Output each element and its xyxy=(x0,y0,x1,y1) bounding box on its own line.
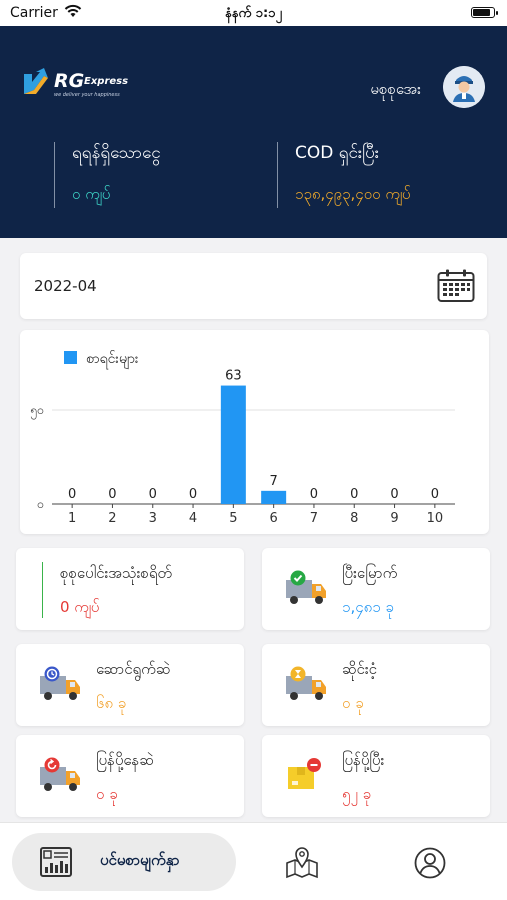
legend-swatch xyxy=(64,351,77,364)
x-tick-label: 1 xyxy=(68,511,76,526)
x-tick-label: 7 xyxy=(310,511,318,526)
pending-label: ဆိုင်းငံ့ xyxy=(342,660,377,678)
returned-label: ပြန်ပို့ပြီး xyxy=(342,751,385,769)
receivable-value: ၀ ကျပ် xyxy=(72,185,111,203)
battery-fill xyxy=(473,9,490,16)
bar-value-label: 0 xyxy=(189,487,197,502)
bar-value-label: 0 xyxy=(108,487,116,502)
legend-label: စာရင်းများ xyxy=(86,351,139,369)
x-tick-label: 9 xyxy=(390,511,398,526)
orders-chart-card: စာရင်းများ၀၅၀ 0 1 0 2 0 3 0 4 63 5 7 6 0 7 0 8 0 9 0 10 xyxy=(20,330,489,534)
x-tick-label: 8 xyxy=(350,511,358,526)
x-tick-label: 10 xyxy=(427,511,444,526)
y-tick-label: ၅၀ xyxy=(31,403,45,420)
x-tick-label: 6 xyxy=(270,511,278,526)
truck-returning-icon xyxy=(40,757,80,791)
courier-avatar-icon xyxy=(443,66,485,108)
returning-tile[interactable]: ပြန်ပို့နေဆဲ ၀ ခု xyxy=(16,735,244,817)
bar-value-label: 7 xyxy=(270,474,278,489)
status-time: နံနက် ၁:၁၂ xyxy=(225,6,282,21)
receivable-label: ရရန်ရှိသောငွေ xyxy=(72,143,161,163)
returned-tile[interactable]: ပြန်ပို့ပြီး ၅၂ ခု xyxy=(262,735,490,817)
receivable-stat: ရရန်ရှိသောငွေ ၀ ကျပ် xyxy=(54,142,161,208)
cod-settled-value: ၁၃၈,၄၉၃,၄၀၀ ကျပ် xyxy=(295,185,411,203)
cod-settled-label: COD ရှင်းပြီး xyxy=(295,143,380,163)
package-returned-icon xyxy=(288,758,321,789)
bar-value-label: 0 xyxy=(149,487,157,502)
calendar-icon[interactable] xyxy=(437,269,475,303)
logo-tagline: we deliver your happiness xyxy=(54,92,120,98)
logo-brand: RG xyxy=(54,70,85,92)
truck-pending-icon xyxy=(286,666,326,700)
x-tick-label: 4 xyxy=(189,511,197,526)
in-progress-value: ၆၈ ခု xyxy=(96,694,127,712)
profile-icon[interactable] xyxy=(414,847,446,879)
returned-value: ၅၂ ခု xyxy=(342,785,372,803)
orders-bar-chart: စာရင်းများ၀၅၀0102030463576070809010 xyxy=(31,351,455,526)
header: RG Express we deliver your happiness မစု… xyxy=(0,26,507,238)
bar-value-label: 0 xyxy=(390,487,398,502)
bottom-nav: ပင်မစာမျက်နှာ xyxy=(0,822,507,900)
logo-brand-suffix: Express xyxy=(84,76,129,87)
returning-value: ၀ ခု xyxy=(96,785,118,803)
month-picker[interactable]: 2022-04 xyxy=(20,253,487,319)
rg-express-logo: RG Express we deliver your happiness xyxy=(22,68,142,102)
map-icon[interactable] xyxy=(284,845,320,879)
x-tick-label: 5 xyxy=(229,511,237,526)
battery-icon xyxy=(471,7,498,18)
bar xyxy=(220,385,246,504)
truck-completed-icon xyxy=(286,570,326,604)
expense-label: စုစုပေါင်းအသုံးစရိတ် xyxy=(60,564,173,582)
bar-value-label: 0 xyxy=(310,487,318,502)
logo-arrow-icon xyxy=(24,68,48,94)
in-progress-label: ဆောင်ရွက်ဆဲ xyxy=(96,660,171,678)
bar-value-label: 0 xyxy=(68,487,76,502)
x-tick-label: 3 xyxy=(149,511,157,526)
expense-tile[interactable]: စုစုပေါင်းအသုံးစရိတ် 0 ကျပ် xyxy=(16,548,244,630)
dashboard-icon xyxy=(40,847,72,877)
truck-in-progress-icon xyxy=(40,666,80,700)
expense-value: 0 ကျပ် xyxy=(60,598,100,616)
completed-value: ၁,၄၈၁ ခု xyxy=(342,598,394,616)
expense-accent-line xyxy=(42,562,43,618)
bar-value-label: 63 xyxy=(225,369,242,384)
selected-month: 2022-04 xyxy=(34,277,97,295)
nav-home-tab[interactable]: ပင်မစာမျက်နှာ xyxy=(12,833,236,891)
username: မစုစုအေး xyxy=(370,80,421,98)
returning-label: ပြန်ပို့နေဆဲ xyxy=(96,751,154,769)
completed-label: ပြီးမြောက် xyxy=(342,564,398,582)
pending-tile[interactable]: ဆိုင်းငံ့ ၀ ခု xyxy=(262,644,490,726)
nav-home-label: ပင်မစာမျက်နှာ xyxy=(100,851,180,869)
y-tick-label: ၀ xyxy=(37,497,44,511)
in-progress-tile[interactable]: ဆောင်ရွက်ဆဲ ၆၈ ခု xyxy=(16,644,244,726)
pending-value: ၀ ခု xyxy=(342,694,364,712)
cod-settled-stat: COD ရှင်းပြီး ၁၃၈,၄၉၃,၄၀၀ ကျပ် xyxy=(277,142,411,208)
bar xyxy=(261,490,287,504)
bar-value-label: 0 xyxy=(431,487,439,502)
status-bar: Carrier နံနက် ၁:၁၂ xyxy=(0,0,507,26)
completed-tile[interactable]: ပြီးမြောက် ၁,၄၈၁ ခု xyxy=(262,548,490,630)
bar-value-label: 0 xyxy=(350,487,358,502)
user-avatar[interactable] xyxy=(443,66,485,108)
x-tick-label: 2 xyxy=(108,511,116,526)
